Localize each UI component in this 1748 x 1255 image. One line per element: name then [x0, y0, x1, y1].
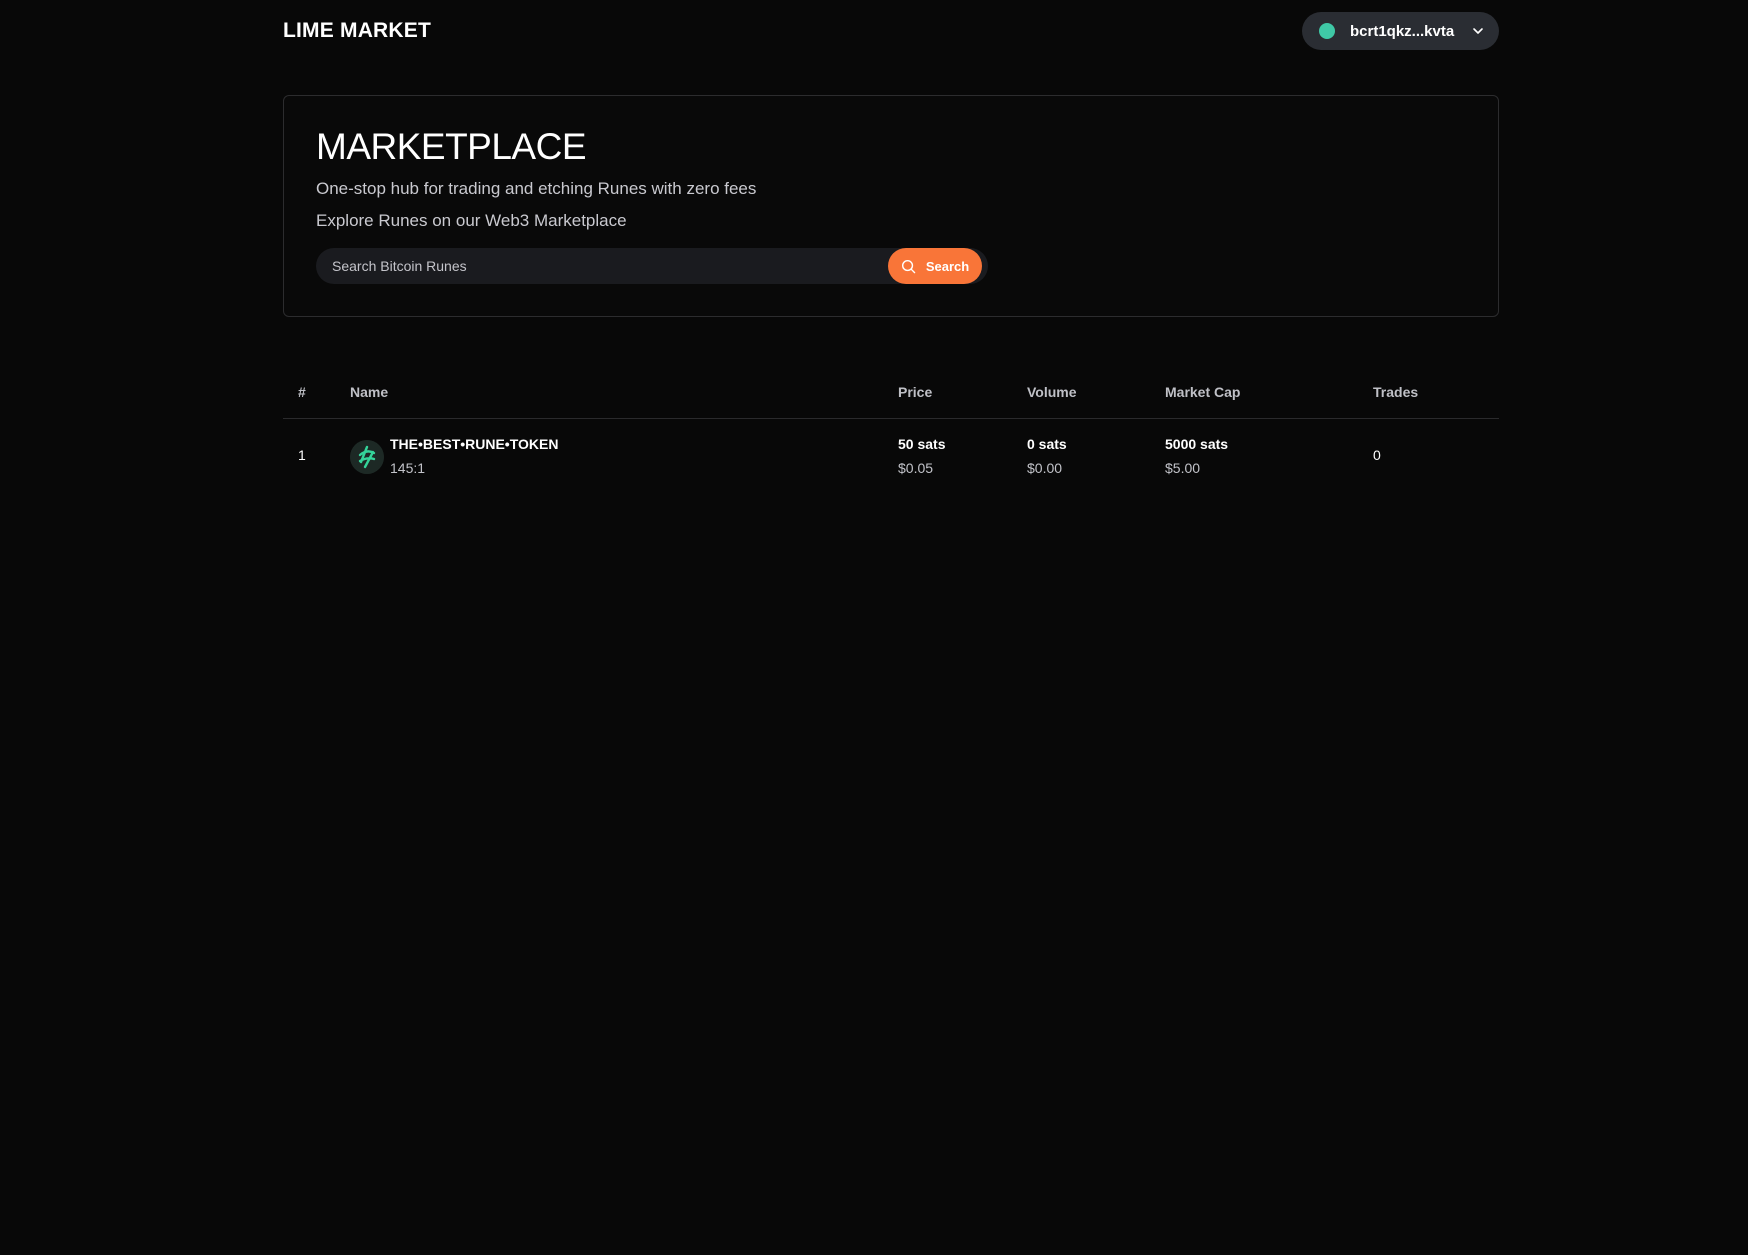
rune-name[interactable]: THE•BEST•RUNE•TOKEN	[390, 436, 558, 452]
volume-usd: $0.00	[1027, 460, 1063, 476]
table-header: # Name Price Volume Market Cap Trades	[283, 372, 1499, 419]
search-button-label: Search	[925, 258, 970, 274]
marketplace-hero-card: MARKETPLACE One-stop hub for trading and…	[283, 95, 1499, 317]
market-cap-sats: 5000 sats	[1165, 436, 1229, 452]
wallet-status-dot	[1319, 23, 1335, 39]
rune-token-logo-icon	[350, 440, 384, 474]
hero-subtitle-secondary: Explore Runes on our Web3 Marketplace	[316, 211, 627, 230]
market-cap-usd: $5.00	[1165, 460, 1201, 476]
rune-id: 145:1	[390, 460, 426, 476]
chevron-down-icon	[1473, 28, 1483, 34]
search-icon	[901, 259, 916, 273]
column-header-rank: #	[298, 384, 306, 400]
column-header-name[interactable]: Name	[350, 384, 388, 400]
column-header-price[interactable]: Price	[898, 384, 932, 400]
price-usd: $0.05	[898, 460, 934, 476]
runes-table: # Name Price Volume Market Cap Trades 1 …	[283, 372, 1499, 495]
search-bar: Search	[316, 248, 988, 284]
row-rank: 1	[298, 447, 306, 463]
wallet-address: bcrt1qkz...kvta	[1350, 22, 1455, 40]
page-title: MARKETPLACE	[316, 126, 587, 167]
column-header-trades[interactable]: Trades	[1373, 384, 1418, 400]
table-row[interactable]: 1 THE•BEST•RUNE•TOKEN 145:1 50 sats $0.0…	[283, 419, 1499, 495]
column-header-market-cap[interactable]: Market Cap	[1165, 384, 1240, 400]
top-header: LIME MARKET bcrt1qkz...kvta	[283, 12, 1499, 50]
hero-subtitle-primary: One-stop hub for trading and etching Run…	[316, 179, 757, 198]
volume-sats: 0 sats	[1027, 436, 1067, 452]
search-button[interactable]: Search	[888, 248, 982, 284]
column-header-volume[interactable]: Volume	[1027, 384, 1077, 400]
trades-count: 0	[1373, 447, 1381, 463]
brand-logo-text[interactable]: LIME MARKET	[283, 19, 431, 43]
wallet-menu-button[interactable]: bcrt1qkz...kvta	[1302, 12, 1499, 50]
price-sats: 50 sats	[898, 436, 946, 452]
